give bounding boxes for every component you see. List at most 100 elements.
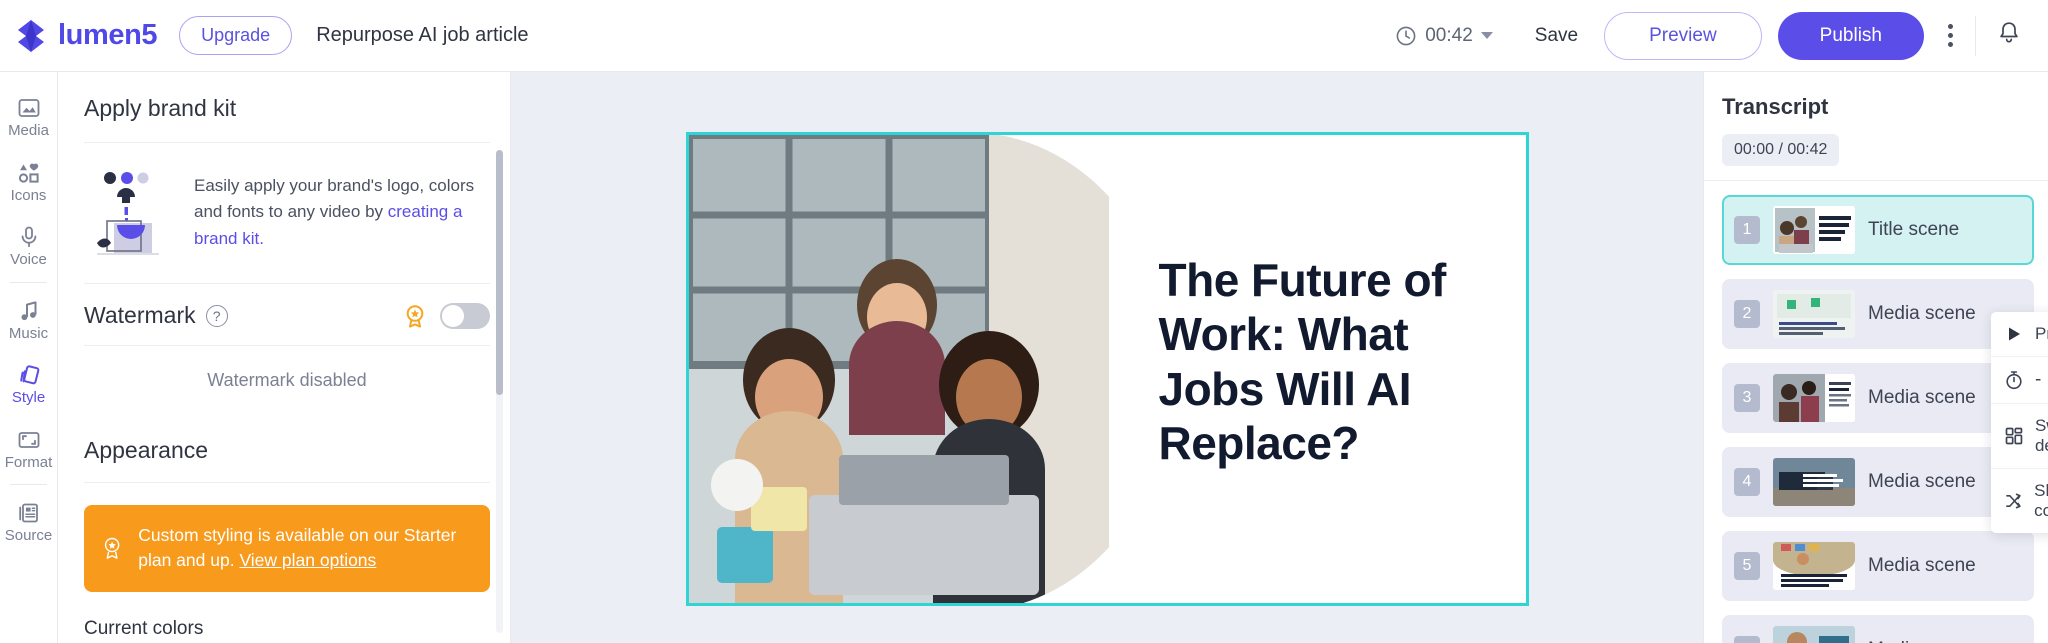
swap-design-label: Swap design: [2034, 416, 2048, 455]
sidebar-item-source[interactable]: Source: [0, 489, 57, 554]
grid-icon: [2005, 427, 2023, 445]
preview-button[interactable]: Preview: [1604, 11, 1762, 60]
divider: [1975, 15, 1976, 56]
shapes-icon: [18, 163, 39, 183]
image-icon: [18, 99, 39, 117]
canvas-area: AR 1: [511, 72, 2048, 643]
bell-icon[interactable]: [1982, 20, 2028, 51]
premium-badge-icon: [406, 304, 424, 328]
scene-preview-button[interactable]: Preview: [1991, 312, 2048, 357]
brand-kit-promo: Easily apply your brand's logo, colors a…: [84, 143, 490, 283]
sidebar-item-label: Style: [11, 389, 46, 406]
video-stage-wrapper: The Future of Work: What Jobs Will AI Re…: [685, 132, 1529, 606]
clock-icon: [1396, 26, 1416, 45]
more-vertical-icon[interactable]: [1924, 24, 1973, 47]
shuffle-icon: [2006, 493, 2021, 509]
sidebar-item-label: Music: [8, 324, 49, 342]
sidebar-item-music[interactable]: Music: [0, 287, 57, 352]
scene-index: 1: [1734, 216, 1760, 244]
scene-index: 3: [1734, 384, 1760, 412]
scene-label: Media scene: [1868, 471, 1976, 492]
scene-thumbnail: [1773, 290, 1855, 338]
premium-ribbon-icon: [104, 538, 120, 560]
video-canvas[interactable]: The Future of Work: What Jobs Will AI Re…: [685, 132, 1529, 606]
scene-label: Media scene: [1868, 555, 1976, 576]
brand-name: lumen5: [58, 19, 158, 51]
appearance-heading: Appearance: [84, 437, 209, 463]
header-actions: 00:42 Save Preview Publish: [1379, 11, 2028, 60]
chevron-down-icon: [1480, 32, 1493, 39]
shuffle-colors-label: Shuffle colors: [2034, 481, 2048, 520]
brand-kit-description: Easily apply your brand's logo, colors a…: [194, 165, 490, 252]
sidebar-item-label: Voice: [10, 251, 47, 268]
watermark-row: Watermark ?: [84, 284, 490, 345]
watermark-toggle[interactable]: [440, 302, 490, 329]
question-mark-icon[interactable]: ?: [205, 304, 228, 327]
lumen5-editor: lumen5 Upgrade Repurpose AI job article …: [0, 0, 2048, 643]
video-duration-chip[interactable]: 00:42: [1379, 25, 1509, 47]
divider: [84, 482, 490, 483]
scene-thumbnail: [1773, 206, 1855, 254]
scene-label: Media scene: [1868, 303, 1976, 324]
lumen5-logo-icon: [18, 19, 44, 52]
scene-label: Title scene: [1868, 219, 1960, 240]
sidebar-item-voice[interactable]: Voice: [0, 213, 57, 278]
sidebar-item-label: Format: [4, 453, 53, 471]
divider: [10, 281, 47, 283]
music-note-icon: [21, 300, 36, 320]
transcript-scene-1[interactable]: 1 Title scene: [1722, 195, 2034, 265]
scene-thumbnail: [1773, 626, 1855, 643]
current-colors-heading: Current colors: [84, 617, 204, 639]
play-icon: [2009, 327, 2020, 341]
transcript-scene-3[interactable]: 3 Media scene: [1722, 363, 2034, 433]
transcript-scene-6[interactable]: 6 Media scene: [1722, 615, 2034, 643]
scene-duration-stepper: - 4s +: [1991, 357, 2048, 404]
transcript-scene-2[interactable]: 2 Media scene: [1722, 279, 2034, 349]
sidebar-item-style[interactable]: Style: [0, 351, 57, 416]
brand-logo[interactable]: lumen5: [14, 19, 158, 53]
swap-design-button[interactable]: Swap design: [1991, 404, 2048, 469]
upgrade-button[interactable]: Upgrade: [179, 16, 293, 55]
watermark-heading: Watermark: [84, 302, 196, 328]
stopwatch-icon: [2006, 371, 2022, 390]
sidebar-item-icons[interactable]: Icons: [0, 149, 57, 214]
sidebar-item-media[interactable]: Media: [0, 84, 57, 149]
scene-index: 6: [1734, 636, 1760, 643]
save-button[interactable]: Save: [1509, 25, 1604, 47]
scene-label: Media scene: [1868, 387, 1976, 408]
apply-brand-kit-heading: Apply brand kit: [84, 95, 237, 121]
microphone-icon: [21, 226, 36, 248]
app-header: lumen5 Upgrade Repurpose AI job article …: [0, 0, 2048, 72]
watermark-status: Watermark disabled: [207, 370, 367, 390]
transcript-scene-4[interactable]: 4 Media scene: [1722, 447, 2034, 517]
shuffle-colors-button[interactable]: Shuffle colors: [1991, 469, 2048, 533]
scene-index: 4: [1734, 468, 1760, 496]
transcript-time-chip: 00:00 / 00:42: [1722, 134, 1840, 166]
scene-photo[interactable]: [688, 135, 1109, 603]
scene-title-text[interactable]: The Future of Work: What Jobs Will AI Re…: [1159, 253, 1509, 470]
scene-index: 5: [1734, 552, 1760, 580]
publish-button[interactable]: Publish: [1777, 11, 1924, 60]
promo-text-block: Custom styling is available on our Start…: [138, 523, 472, 574]
scene-thumbnail: [1773, 458, 1855, 506]
view-plan-options-link[interactable]: View plan options: [239, 550, 376, 570]
sidebar-item-label: Media: [8, 122, 49, 139]
duration-decrease-button[interactable]: -: [2023, 369, 2048, 391]
panel-scrollbar-thumb[interactable]: [496, 150, 503, 395]
project-title[interactable]: Repurpose AI job article: [316, 24, 528, 47]
scene-context-menu: Preview - 4s +: [1991, 312, 2048, 533]
style-card-icon: [19, 365, 39, 385]
divider: [1704, 180, 2048, 181]
scene-index: 2: [1734, 300, 1760, 328]
left-tool-rail: Media Icons Voice Music Style Format Sou…: [0, 72, 58, 643]
brand-kit-illustration: [84, 165, 176, 257]
editor-body: Media Icons Voice Music Style Format Sou…: [0, 72, 2048, 643]
duration-value: 00:42: [1425, 24, 1473, 46]
scene-thumbnail: [1773, 374, 1855, 422]
source-doc-icon: [18, 503, 38, 523]
scene-preview-label: Preview: [2035, 324, 2048, 343]
upgrade-promo-banner: Custom styling is available on our Start…: [84, 505, 490, 592]
sidebar-item-label: Icons: [10, 186, 47, 204]
sidebar-item-format[interactable]: Format: [0, 416, 57, 481]
transcript-scene-5[interactable]: 5 Media scene: [1722, 531, 2034, 601]
